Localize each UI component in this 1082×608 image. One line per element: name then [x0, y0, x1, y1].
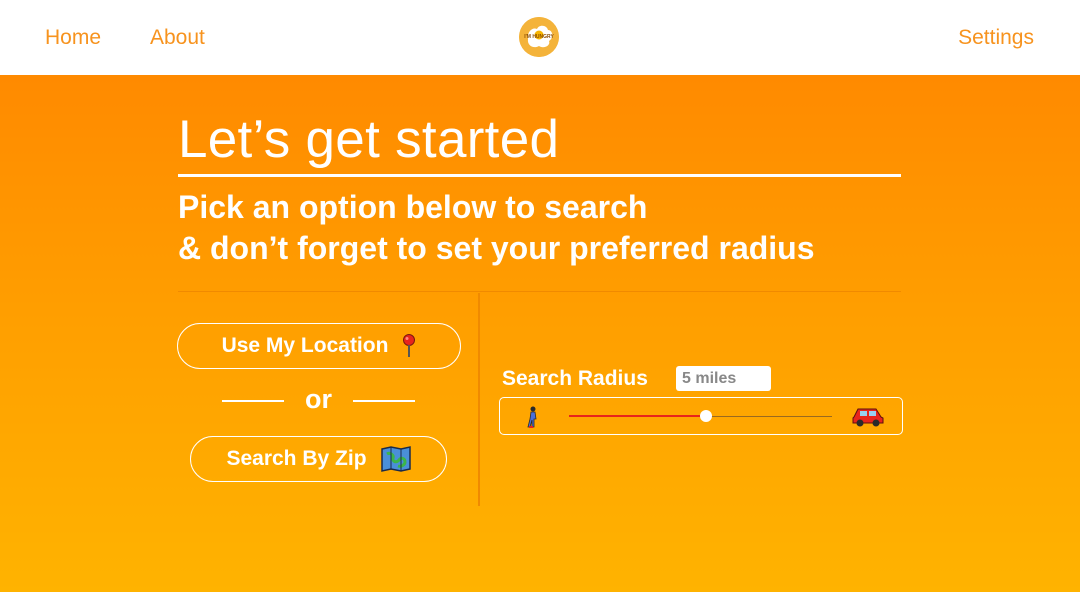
app-logo[interactable]: I'M HUNGRY [519, 17, 559, 57]
logo-text: I'M HUNGRY [524, 34, 554, 40]
hero-section: Let’s get started Pick an option below t… [0, 75, 1080, 592]
search-radius-input[interactable] [676, 366, 771, 391]
car-icon [852, 408, 884, 427]
subtitle-line-2: & don’t forget to set your preferred rad… [178, 230, 815, 266]
nav-about-link[interactable]: About [150, 26, 205, 50]
page-subtitle: Pick an option below to search & don’t f… [178, 187, 898, 269]
search-radius-label: Search Radius [502, 367, 648, 390]
pin-icon [403, 334, 416, 357]
subtitle-line-1: Pick an option below to search [178, 189, 648, 225]
search-by-zip-button[interactable]: Search By Zip [190, 436, 447, 482]
use-my-location-button[interactable]: Use My Location [177, 323, 461, 369]
radius-slider-container [499, 397, 903, 435]
radius-slider-fill [569, 415, 706, 417]
section-divider-horizontal [178, 291, 901, 292]
nav-settings-link[interactable]: Settings [958, 26, 1034, 50]
map-icon [380, 446, 411, 472]
nav-home-link[interactable]: Home [45, 26, 101, 50]
or-separator: or [222, 384, 415, 418]
use-my-location-label: Use My Location [221, 334, 389, 357]
top-nav: Home About I'M HUNGRY Settings [0, 0, 1082, 75]
search-by-zip-label: Search By Zip [226, 447, 367, 470]
radius-slider-thumb[interactable] [699, 410, 712, 422]
title-underline [178, 174, 901, 177]
walking-person-icon [527, 406, 537, 428]
or-line-right [353, 400, 415, 402]
section-divider-vertical [478, 293, 480, 506]
page-title: Let’s get started [178, 110, 560, 169]
